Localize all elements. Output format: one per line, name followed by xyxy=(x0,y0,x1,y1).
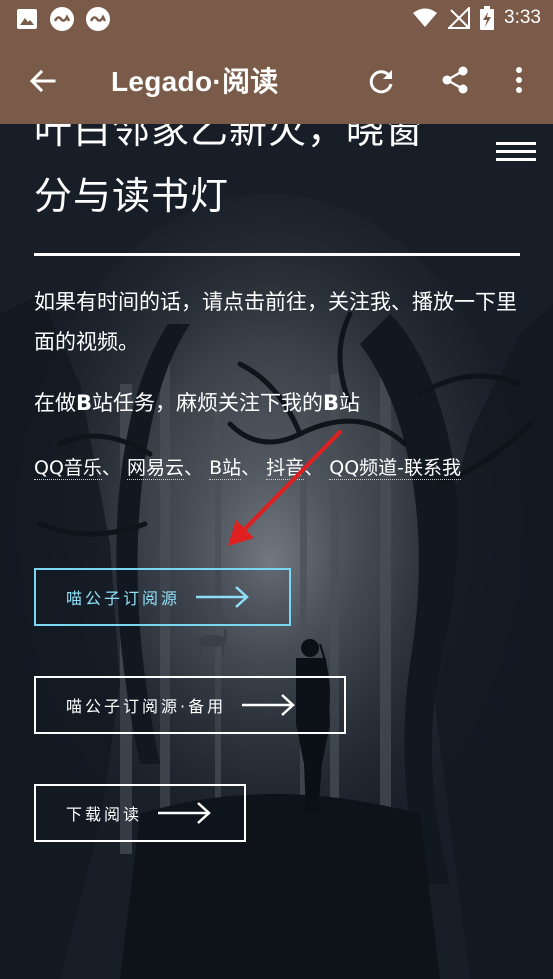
page-title: Legado·阅读 xyxy=(111,66,279,97)
image-icon xyxy=(17,9,37,29)
app-bar: Legado·阅读 xyxy=(0,38,553,124)
link-icon xyxy=(86,7,110,31)
annotation-arrow-icon xyxy=(228,430,342,546)
link-icon xyxy=(50,7,74,31)
system-icons: 3:33 xyxy=(412,6,541,30)
no-signal-icon xyxy=(448,7,471,29)
back-arrow-icon[interactable] xyxy=(26,64,60,98)
clock-time: 3:33 xyxy=(504,7,541,28)
notification-icons xyxy=(16,7,110,31)
web-content[interactable]: 叶白邻家乙新火，晓窗 分与读书灯 如果有时间的话，请点击前往，关注我、播放一下里… xyxy=(0,124,553,979)
battery-charging-icon xyxy=(480,6,495,30)
wifi-icon xyxy=(413,8,438,27)
more-vert-icon[interactable] xyxy=(508,65,530,95)
share-icon[interactable] xyxy=(440,65,470,95)
refresh-icon[interactable] xyxy=(366,66,396,96)
status-bar: 3:33 xyxy=(0,0,553,38)
